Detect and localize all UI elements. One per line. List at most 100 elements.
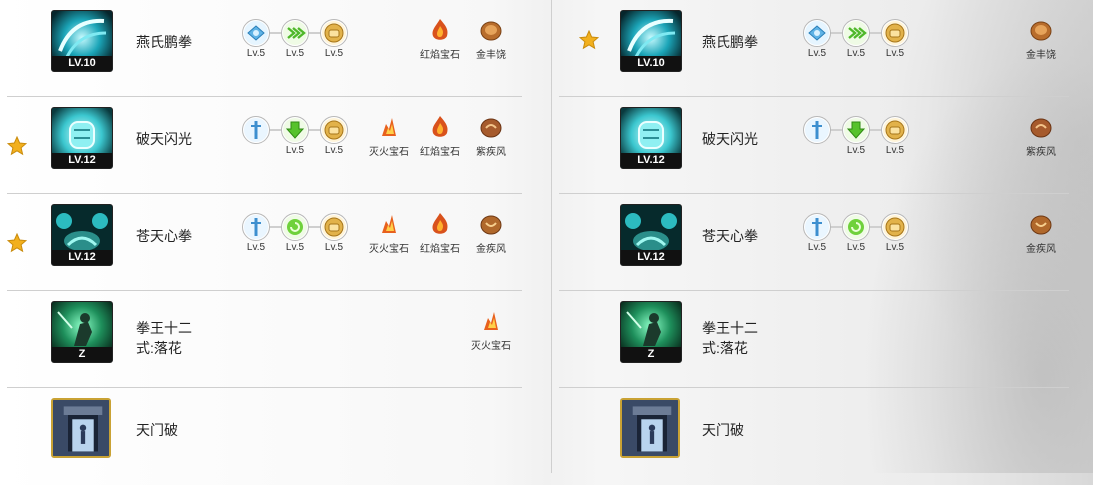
rune-slot[interactable] xyxy=(236,116,276,157)
gate-skill-icon[interactable] xyxy=(51,398,111,458)
gold-fengrao-gem-icon xyxy=(1028,17,1054,43)
rune-level: Lv.5 xyxy=(324,48,344,59)
gem-slot[interactable]: 红焰宝石 xyxy=(414,211,466,255)
rune-level: Lv.5 xyxy=(846,242,866,253)
rune-slot[interactable]: Lv.5 xyxy=(836,116,876,157)
skill-name: 拳王十二式:落花 xyxy=(136,320,192,356)
rune-slot[interactable]: Lv.5 xyxy=(836,19,876,60)
rune-slot[interactable] xyxy=(797,116,837,157)
rune-level: Lv.5 xyxy=(285,145,305,156)
rune-level: Lv.5 xyxy=(885,48,905,59)
left-skill-panel: LV.10 燕氏鹏拳 Lv.5 Lv.5 Lv.5 红焰宝石 金丰饶 LV.12 破天闪光 Lv.… xyxy=(0,0,551,473)
green-arrows-rune-icon xyxy=(842,19,870,47)
purple-wind-gem-icon xyxy=(478,114,504,140)
gem-label: 金丰饶 xyxy=(1026,50,1056,61)
rune-level: Lv.5 xyxy=(807,48,827,59)
star-icon xyxy=(6,232,28,253)
skill-level-label: LV.10 xyxy=(52,56,112,71)
rune-level xyxy=(797,145,837,157)
fighter-skill-icon[interactable]: Z xyxy=(620,301,682,363)
gem-slot[interactable]: 灭火宝石 xyxy=(363,211,415,255)
rune-slot[interactable]: Lv.5 xyxy=(275,116,315,157)
red-flame-gem-icon xyxy=(427,211,453,237)
rune-slot[interactable]: Lv.5 xyxy=(314,213,354,254)
rune-slot[interactable]: Lv.5 xyxy=(797,213,837,254)
gold-fengrao-gem-icon xyxy=(478,17,504,43)
rune-level: Lv.5 xyxy=(885,242,905,253)
rune-level: Lv.5 xyxy=(246,242,266,253)
rune-slot[interactable]: Lv.5 xyxy=(875,213,915,254)
gem-label: 红焰宝石 xyxy=(420,50,460,61)
gem-slot[interactable]: 金丰饶 xyxy=(465,17,517,61)
blue-sword-rune-icon xyxy=(803,213,831,241)
gate-skill-icon[interactable] xyxy=(620,398,680,458)
green-arrows-rune-icon xyxy=(281,19,309,47)
gold-fist-rune-icon xyxy=(320,116,348,144)
rune-level xyxy=(236,145,276,157)
fist-skill-icon[interactable]: LV.12 xyxy=(51,107,113,169)
gem-slot[interactable]: 金疾风 xyxy=(465,211,517,255)
skill-level-label: LV.12 xyxy=(621,250,681,265)
wave-skill-icon[interactable]: LV.10 xyxy=(51,10,113,72)
purple-wind-gem-icon xyxy=(1028,114,1054,140)
rune-level: Lv.5 xyxy=(885,145,905,156)
skill-name: 天门破 xyxy=(136,422,178,438)
gem-slot[interactable]: 灭火宝石 xyxy=(465,308,517,352)
gem-slot[interactable]: 紫疾风 xyxy=(465,114,517,158)
skill-row: Z 拳王十二式:落花 xyxy=(559,291,1069,388)
rune-level: Lv.5 xyxy=(846,48,866,59)
green-down-rune-icon xyxy=(281,116,309,144)
rune-slot[interactable]: Lv.5 xyxy=(314,19,354,60)
rune-level: Lv.5 xyxy=(285,48,305,59)
gem-slot[interactable]: 紫疾风 xyxy=(1015,114,1067,158)
gem-label: 紫疾风 xyxy=(476,147,506,158)
rune-slot[interactable]: Lv.5 xyxy=(875,116,915,157)
skill-row: Z 拳王十二式:落花灭火宝石 xyxy=(7,291,522,388)
palm-skill-icon[interactable]: LV.12 xyxy=(51,204,113,266)
skill-name: 燕氏鹏拳 xyxy=(136,34,192,50)
gem-slot[interactable]: 金疾风 xyxy=(1015,211,1067,255)
rune-slot[interactable]: Lv.5 xyxy=(236,213,276,254)
gem-label: 红焰宝石 xyxy=(420,147,460,158)
rune-slot[interactable]: Lv.5 xyxy=(875,19,915,60)
rune-level: Lv.5 xyxy=(246,48,266,59)
gold-fist-rune-icon xyxy=(881,116,909,144)
blue-crystal-rune-icon xyxy=(803,19,831,47)
gem-label: 红焰宝石 xyxy=(420,244,460,255)
green-spiral-rune-icon xyxy=(281,213,309,241)
palm-skill-icon[interactable]: LV.12 xyxy=(620,204,682,266)
skill-name: 拳王十二式:落花 xyxy=(702,320,758,356)
rune-level: Lv.5 xyxy=(324,145,344,156)
rune-slot[interactable]: Lv.5 xyxy=(836,213,876,254)
rune-level: Lv.5 xyxy=(324,242,344,253)
rune-slot[interactable]: Lv.5 xyxy=(275,213,315,254)
skill-level-label: LV.10 xyxy=(621,56,681,71)
gem-slot[interactable]: 红焰宝石 xyxy=(414,17,466,61)
skill-row: LV.12 破天闪光 Lv.5 Lv.5 灭火宝石 红焰宝石 紫疾风 xyxy=(6,97,522,194)
star-icon xyxy=(578,29,600,50)
rune-slot[interactable]: Lv.5 xyxy=(236,19,276,60)
skill-row: LV.12 苍天心拳 Lv.5 Lv.5 Lv.5 灭火宝石 红焰宝石 金疾风 xyxy=(6,194,522,291)
rune-slot[interactable]: Lv.5 xyxy=(797,19,837,60)
gold-fist-rune-icon xyxy=(320,213,348,241)
blue-sword-rune-icon xyxy=(803,116,831,144)
rune-slot[interactable]: Lv.5 xyxy=(314,116,354,157)
skill-name: 破天闪光 xyxy=(136,131,192,147)
skill-name: 苍天心拳 xyxy=(702,228,758,244)
fire-gem-icon xyxy=(376,211,402,237)
rune-level: Lv.5 xyxy=(846,145,866,156)
fire-gem-icon xyxy=(376,114,402,140)
gem-slot[interactable]: 红焰宝石 xyxy=(414,114,466,158)
fire-gem-icon xyxy=(478,308,504,334)
skill-level-label: Z xyxy=(621,347,681,362)
blue-crystal-rune-icon xyxy=(242,19,270,47)
fist-skill-icon[interactable]: LV.12 xyxy=(620,107,682,169)
fighter-skill-icon[interactable]: Z xyxy=(51,301,113,363)
gem-slot[interactable]: 灭火宝石 xyxy=(363,114,415,158)
gem-slot[interactable]: 金丰饶 xyxy=(1015,17,1067,61)
skill-row: 天门破 xyxy=(7,388,522,485)
gem-label: 灭火宝石 xyxy=(471,341,511,352)
rune-slot[interactable]: Lv.5 xyxy=(275,19,315,60)
gem-label: 灭火宝石 xyxy=(369,147,409,158)
wave-skill-icon[interactable]: LV.10 xyxy=(620,10,682,72)
